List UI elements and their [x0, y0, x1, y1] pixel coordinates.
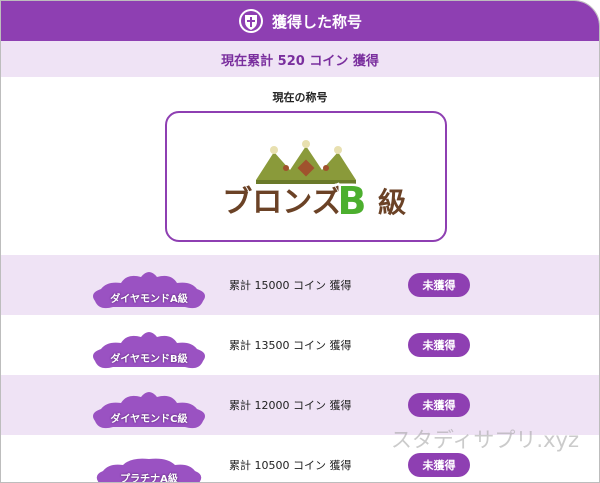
requirement-text: 累計 13500 コイン 獲得: [229, 339, 352, 352]
current-title-card: ブロンズ B 級: [165, 111, 447, 242]
list-item: ダイヤモンドA級 累計 15000 コイン 獲得 未獲得: [1, 255, 599, 315]
bronze-b-title-logo: ブロンズ B 級: [220, 139, 409, 225]
badge-label: ダイヤモンドC級: [110, 414, 188, 425]
watermark: スタディサプリ.xyz: [390, 428, 579, 452]
badge-label: ダイヤモンドB級: [110, 354, 188, 365]
svg-text:級: 級: [378, 186, 406, 219]
status-badge: 未獲得: [408, 273, 470, 297]
requirement-text: 累計 12000 コイン 獲得: [229, 399, 352, 412]
badge-label: ダイヤモンドA級: [110, 294, 188, 305]
status-badge: 未獲得: [408, 393, 470, 417]
list-item: ダイヤモンドB級 累計 13500 コイン 獲得 未獲得: [1, 315, 599, 375]
svg-text:B: B: [338, 179, 367, 223]
total-coins-bar: 現在累計 520 コイン 獲得: [1, 41, 599, 77]
status-badge: 未獲得: [408, 453, 470, 477]
page-title: 獲得した称号: [271, 12, 362, 31]
badge-label: プラチナA級: [120, 474, 178, 483]
status-badge: 未獲得: [408, 333, 470, 357]
titles-panel: 獲得した称号 現在累計 520 コイン 獲得 現在の称号 ブロンズ B 級 ダイ: [0, 0, 600, 483]
shield-cross-icon: [238, 9, 263, 33]
requirement-text: 累計 10500 コイン 獲得: [229, 459, 352, 472]
bronze-title-text: ブロンズ: [222, 185, 341, 220]
panel-header: 獲得した称号: [1, 1, 599, 41]
requirement-text: 累計 15000 コイン 獲得: [229, 279, 352, 292]
total-coins-text: 現在累計 520 コイン 獲得: [221, 53, 379, 69]
current-title-label: 現在の称号: [272, 91, 328, 104]
